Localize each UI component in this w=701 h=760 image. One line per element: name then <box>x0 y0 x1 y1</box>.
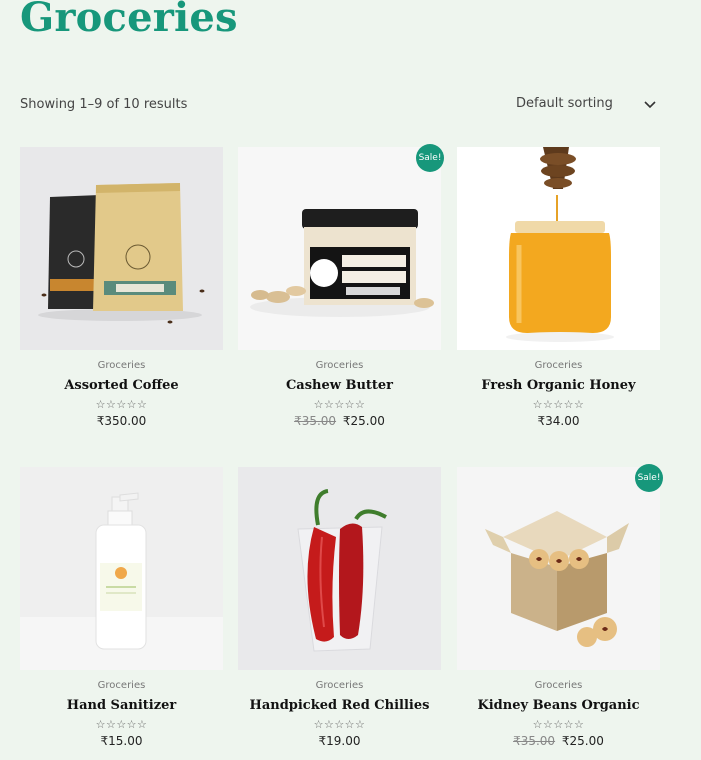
star-rating-icon: ☆☆☆☆☆ <box>532 398 585 411</box>
product-title[interactable]: Fresh Organic Honey <box>457 378 660 393</box>
result-count: Showing 1–9 of 10 results <box>20 97 188 112</box>
product-price: ₹19.00 <box>238 734 441 748</box>
product-title[interactable]: Hand Sanitizer <box>20 698 223 713</box>
product-title[interactable]: Handpicked Red Chillies <box>238 698 441 713</box>
product-price-current: ₹34.00 <box>537 414 580 428</box>
product-image-hand-sanitizer[interactable] <box>20 467 223 670</box>
product-card[interactable]: Groceries Handpicked Red Chillies ☆☆☆☆☆ … <box>238 467 441 748</box>
product-price: ₹34.00 <box>457 414 660 428</box>
star-rating-icon: ☆☆☆☆☆ <box>95 398 148 411</box>
product-price-old: ₹35.00 <box>294 414 337 428</box>
sorting-select[interactable]: Default sorting <box>508 86 664 120</box>
product-image-red-chillies[interactable] <box>238 467 441 670</box>
product-card[interactable]: Groceries Assorted Coffee ☆☆☆☆☆ ₹350.00 <box>20 147 223 428</box>
product-price-current: ₹25.00 <box>342 414 385 428</box>
product-title[interactable]: Kidney Beans Organic <box>457 698 660 713</box>
chevron-down-icon <box>644 94 656 113</box>
product-price-current: ₹25.00 <box>561 734 604 748</box>
product-title[interactable]: Cashew Butter <box>238 378 441 393</box>
product-card[interactable]: Groceries Fresh Organic Honey ☆☆☆☆☆ ₹34.… <box>457 147 660 428</box>
product-price-current: ₹19.00 <box>318 734 361 748</box>
product-category[interactable]: Groceries <box>457 360 660 371</box>
product-category[interactable]: Groceries <box>238 680 441 691</box>
product-category[interactable]: Groceries <box>238 360 441 371</box>
product-card[interactable]: Sale! Groceries Kidney Beans Organic ☆☆☆… <box>457 464 663 748</box>
product-price-current: ₹350.00 <box>96 414 147 428</box>
product-category[interactable]: Groceries <box>20 360 223 371</box>
product-price: ₹35.00 ₹25.00 <box>238 414 441 428</box>
product-image-honey[interactable] <box>457 147 660 350</box>
product-category[interactable]: Groceries <box>457 680 660 691</box>
product-price: ₹350.00 <box>20 414 223 428</box>
star-rating-icon: ☆☆☆☆☆ <box>95 718 148 731</box>
product-card[interactable]: Groceries Hand Sanitizer ☆☆☆☆☆ ₹15.00 <box>20 467 223 748</box>
star-rating-icon: ☆☆☆☆☆ <box>313 398 366 411</box>
sorting-label: Default sorting <box>516 95 613 111</box>
product-price-current: ₹15.00 <box>100 734 143 748</box>
product-price: ₹15.00 <box>20 734 223 748</box>
star-rating-icon: ☆☆☆☆☆ <box>313 718 366 731</box>
product-card[interactable]: Sale! Groceries Cashew Butter ☆☆☆☆☆ ₹35.… <box>238 144 444 428</box>
product-image-cashew-butter[interactable] <box>238 147 441 350</box>
sale-badge: Sale! <box>635 464 663 492</box>
page-title: Groceries <box>20 0 238 41</box>
product-image-kidney-beans[interactable] <box>457 467 660 670</box>
product-price: ₹35.00 ₹25.00 <box>457 734 660 748</box>
product-price-old: ₹35.00 <box>513 734 556 748</box>
product-title[interactable]: Assorted Coffee <box>20 378 223 393</box>
sale-badge: Sale! <box>416 144 444 172</box>
product-category[interactable]: Groceries <box>20 680 223 691</box>
product-image-coffee[interactable] <box>20 147 223 350</box>
star-rating-icon: ☆☆☆☆☆ <box>532 718 585 731</box>
